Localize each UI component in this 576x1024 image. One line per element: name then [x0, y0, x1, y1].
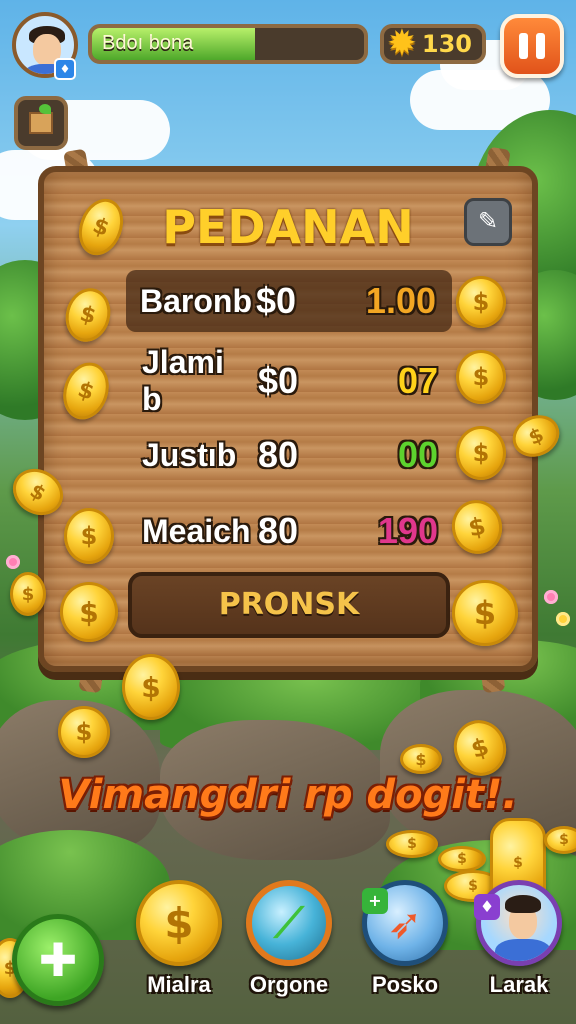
leaderboard-row[interactable]: Justıb 80 00 — [128, 424, 454, 486]
row-amount: $0 — [258, 360, 299, 401]
row-amount: $0 — [256, 280, 297, 321]
row-score: 1.00 — [365, 280, 436, 321]
row-score: 190 — [377, 510, 438, 551]
nav-item-mialra[interactable]: $ Mialra — [124, 880, 234, 1010]
pronsk-button[interactable]: PRONSK — [128, 572, 450, 638]
gold-gear-icon: ✹ — [386, 23, 418, 64]
shop-box-icon — [29, 104, 53, 134]
row-name: Jlami b — [142, 344, 224, 417]
coin-icon: $ — [60, 582, 118, 642]
row-name: Justıb — [142, 436, 237, 473]
flower — [544, 590, 558, 604]
avatar-shirt — [495, 939, 551, 961]
coin-icon: $ — [544, 826, 576, 854]
coin-icon: $ — [58, 706, 110, 758]
leaf-icon — [39, 104, 51, 114]
profile-avatar-icon — [476, 880, 562, 966]
coin-icon: $ — [456, 350, 506, 404]
leaderboard-row[interactable]: Baronb $0 1.00 — [126, 270, 452, 332]
compass-icon: ⟋ — [246, 880, 332, 966]
row-name: Meaich — [142, 512, 251, 549]
coin-count: 130 — [421, 30, 472, 58]
puzzle-icon: ✚ — [38, 933, 78, 987]
row-score: 00 — [397, 434, 438, 475]
coin-icon: $ — [64, 508, 114, 564]
coin-icon: $ — [386, 830, 438, 858]
row-name: Baronb — [140, 282, 252, 319]
pause-button[interactable] — [500, 14, 564, 78]
level-badge-icon: ♦ — [54, 58, 76, 80]
plus-badge-icon: + — [362, 888, 388, 914]
coin-icon: $ — [438, 846, 486, 872]
flower — [6, 555, 20, 569]
nav-label: Larak — [489, 972, 549, 997]
coin-icon: $ — [136, 880, 222, 966]
nav-label: Posko — [371, 972, 439, 997]
player-name: Bdoı bona — [102, 32, 194, 54]
coin-icon: $ — [456, 426, 506, 480]
nav-label: Mialra — [147, 972, 211, 997]
leaderboard-row[interactable]: Meaich 80 190 — [128, 500, 454, 562]
coin-icon: $ — [10, 572, 46, 616]
avatar-hair — [505, 895, 541, 913]
row-amount: 80 — [258, 434, 299, 475]
reward-banner: Vimangdri rp dogit!. — [58, 772, 518, 818]
flower — [556, 612, 570, 626]
pause-icon — [519, 33, 528, 59]
level-badge-icon: ♦ — [474, 894, 500, 920]
coin-icon: $ — [122, 654, 180, 720]
leaderboard-row[interactable]: Jlami b $0 07 — [128, 344, 454, 417]
nav-item-orgone[interactable]: ⟋ Orgone — [234, 880, 344, 1010]
coin-counter: ✹ 130 — [380, 24, 486, 64]
tool-icon[interactable]: ✎ — [464, 198, 512, 246]
pause-icon-bar — [536, 33, 545, 59]
nav-label: Orgone — [249, 972, 329, 997]
coin-icon: $ — [400, 744, 442, 774]
home-button[interactable]: ✚ — [12, 914, 104, 1006]
shop-button[interactable] — [14, 96, 68, 150]
row-amount: 80 — [258, 510, 299, 551]
coin-icon: $ — [452, 580, 518, 646]
row-score: 07 — [397, 360, 438, 401]
player-progress-bar: Bdoı bona — [88, 24, 368, 64]
coin-icon: $ — [456, 276, 506, 328]
